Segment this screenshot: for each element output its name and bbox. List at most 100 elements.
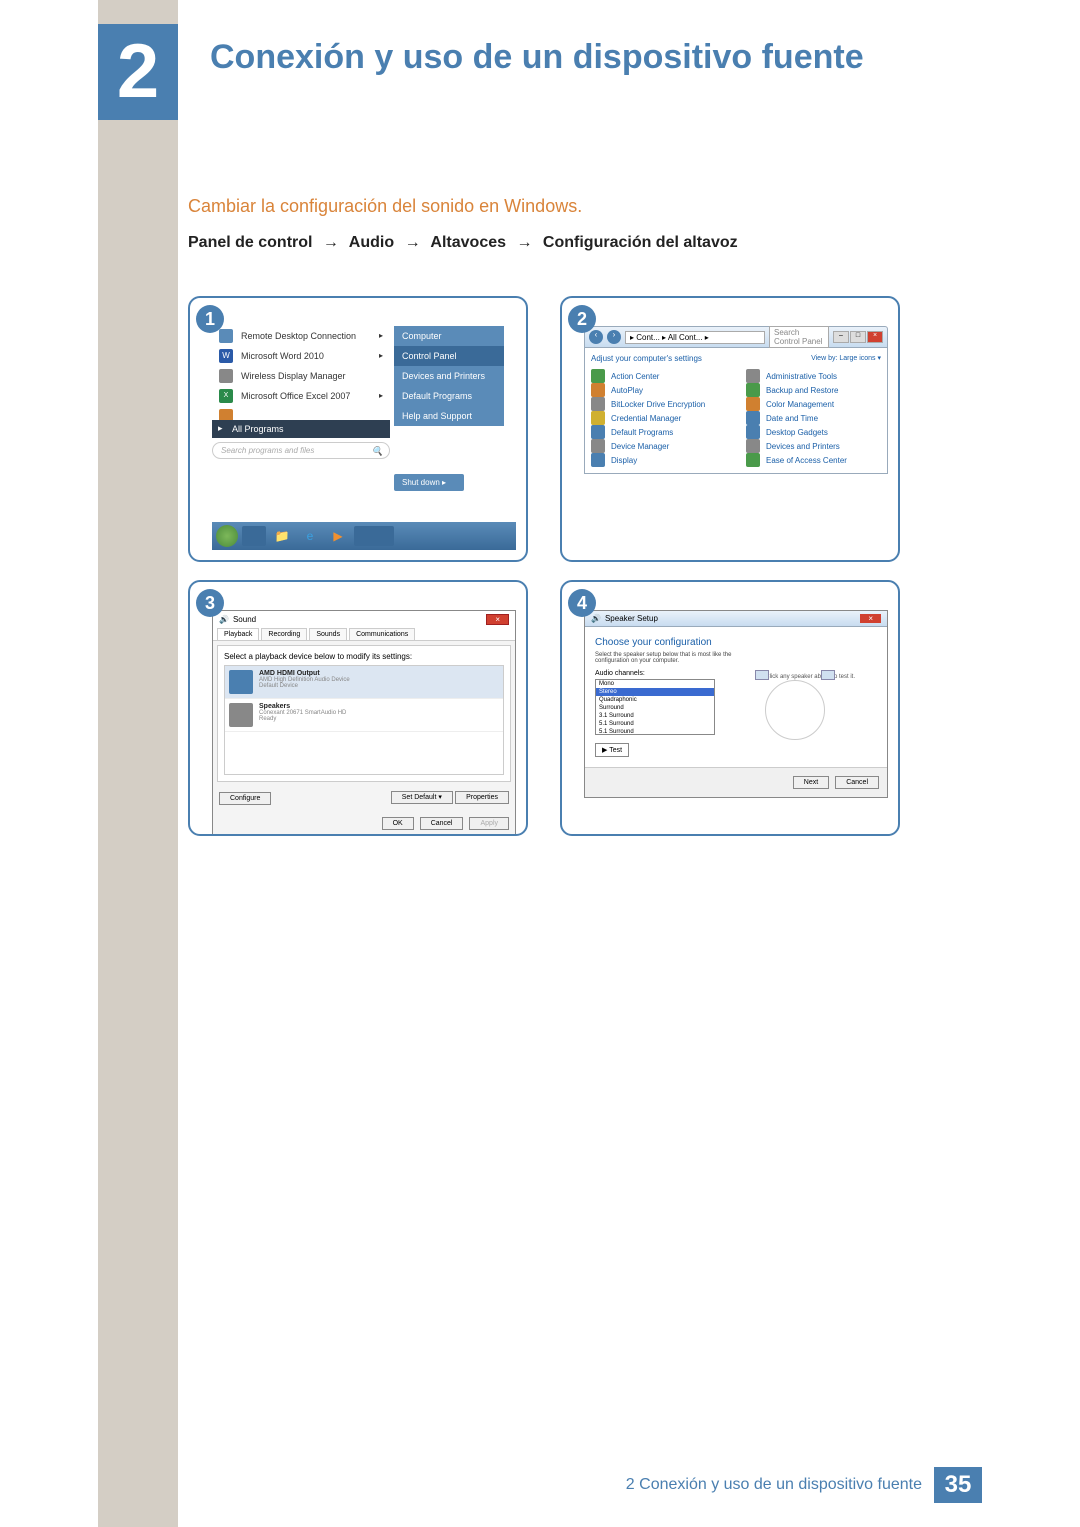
device-item[interactable]: Speakers Conexant 20671 SmartAudio HD Re… bbox=[225, 699, 503, 732]
speaker-icon bbox=[229, 703, 253, 727]
close-button[interactable]: × bbox=[860, 614, 881, 623]
bitlocker-icon bbox=[591, 397, 605, 411]
right-menu-item[interactable]: Computer bbox=[394, 326, 504, 346]
menu-item[interactable] bbox=[212, 406, 390, 416]
device-status: Default Device bbox=[259, 683, 350, 689]
channel-option[interactable]: 3.1 Surround bbox=[596, 712, 714, 720]
folder-icon[interactable]: 📁 bbox=[270, 526, 294, 546]
next-button[interactable]: Next bbox=[793, 776, 829, 789]
test-button[interactable]: ▶ Test bbox=[595, 743, 629, 757]
wireless-icon bbox=[219, 369, 233, 383]
properties-button[interactable]: Properties bbox=[455, 791, 509, 804]
navigation-path: Panel de control → Audio → Altavoces → C… bbox=[188, 234, 738, 252]
instructions: Select a playback device below to modify… bbox=[224, 652, 504, 661]
section-title: Cambiar la configuración del sonido en W… bbox=[188, 196, 582, 217]
nav-back-icon[interactable]: ‹ bbox=[589, 330, 603, 344]
hdmi-output-icon bbox=[229, 670, 253, 694]
cp-item[interactable]: Credential Manager bbox=[591, 411, 726, 425]
all-programs[interactable]: All Programs bbox=[212, 420, 390, 438]
channel-option[interactable]: Mono bbox=[596, 680, 714, 688]
channel-option[interactable]: 5.1 Surround bbox=[596, 728, 714, 735]
channel-option[interactable]: Quadraphonic bbox=[596, 696, 714, 704]
autoplay-icon bbox=[591, 383, 605, 397]
close-button[interactable]: × bbox=[486, 614, 509, 625]
cp-item[interactable]: Administrative Tools bbox=[746, 369, 881, 383]
cp-item[interactable]: AutoPlay bbox=[591, 383, 726, 397]
flag-icon bbox=[591, 369, 605, 383]
ie-icon[interactable]: e bbox=[298, 526, 322, 546]
search-input[interactable]: Search programs and files🔍 bbox=[212, 442, 390, 459]
path-step-2: Audio bbox=[349, 234, 394, 251]
window-titlebar: 🔊 Sound × bbox=[213, 611, 515, 628]
channel-option[interactable]: 5.1 Surround bbox=[596, 720, 714, 728]
right-menu-item[interactable]: Default Programs bbox=[394, 386, 504, 406]
apply-button[interactable]: Apply bbox=[469, 817, 509, 830]
set-default-button[interactable]: Set Default ▾ bbox=[391, 791, 453, 804]
view-by[interactable]: View by: Large icons ▾ bbox=[811, 354, 881, 363]
path-step-3: Altavoces bbox=[430, 234, 506, 251]
color-icon bbox=[746, 397, 760, 411]
start-menu-right: Computer Control Panel Devices and Print… bbox=[394, 326, 504, 491]
menu-item[interactable]: WMicrosoft Word 2010▸ bbox=[212, 346, 390, 366]
cp-item[interactable]: Color Management bbox=[746, 397, 881, 411]
step-badge-3: 3 bbox=[196, 589, 224, 617]
start-button-icon[interactable] bbox=[216, 525, 238, 547]
minimize-button[interactable]: – bbox=[833, 331, 849, 343]
speaker-left-icon[interactable] bbox=[755, 670, 769, 680]
right-menu-item[interactable]: Devices and Printers bbox=[394, 366, 504, 386]
search-input[interactable]: Search Control Panel bbox=[769, 326, 829, 348]
arrow-icon: → bbox=[399, 234, 427, 251]
menu-item[interactable]: Remote Desktop Connection▸ bbox=[212, 326, 390, 346]
shutdown-button[interactable]: Shut down ▸ bbox=[394, 474, 464, 491]
figure-2-control-panel: ‹ › ▸ Cont... ▸ All Cont... ▸ Search Con… bbox=[560, 296, 900, 562]
excel-icon: X bbox=[219, 389, 233, 403]
cancel-button[interactable]: Cancel bbox=[835, 776, 879, 789]
window-titlebar: 🔊 Speaker Setup × bbox=[585, 611, 887, 627]
cp-item[interactable]: Display bbox=[591, 453, 726, 467]
cp-item[interactable]: Action Center bbox=[591, 369, 726, 383]
page-number: 35 bbox=[934, 1467, 982, 1503]
cp-item[interactable]: Ease of Access Center bbox=[746, 453, 881, 467]
channel-option-selected[interactable]: Stereo bbox=[596, 688, 714, 696]
sound-icon: 🔊 bbox=[219, 615, 229, 624]
chapter-title: Conexión y uso de un dispositivo fuente bbox=[210, 38, 864, 77]
cp-item[interactable]: Date and Time bbox=[746, 411, 881, 425]
cp-item[interactable]: Desktop Gadgets bbox=[746, 425, 881, 439]
right-menu-item-selected[interactable]: Control Panel bbox=[394, 346, 504, 366]
cp-item[interactable]: Default Programs bbox=[591, 425, 726, 439]
step-badge-4: 4 bbox=[568, 589, 596, 617]
breadcrumb[interactable]: ▸ Cont... ▸ All Cont... ▸ bbox=[625, 331, 765, 344]
device-item-selected[interactable]: AMD HDMI Output AMD High Definition Audi… bbox=[225, 666, 503, 699]
cp-item[interactable]: Device Manager bbox=[591, 439, 726, 453]
ok-button[interactable]: OK bbox=[382, 817, 414, 830]
cp-item[interactable]: Backup and Restore bbox=[746, 383, 881, 397]
channels-listbox[interactable]: Mono Stereo Quadraphonic Surround 3.1 Su… bbox=[595, 679, 715, 735]
window-title: Sound bbox=[233, 615, 256, 624]
cp-item[interactable]: Devices and Printers bbox=[746, 439, 881, 453]
word-icon: W bbox=[219, 349, 233, 363]
chevron-right-icon: ▸ bbox=[379, 331, 383, 340]
cp-item[interactable]: BitLocker Drive Encryption bbox=[591, 397, 726, 411]
taskbar-app[interactable] bbox=[242, 526, 266, 546]
channel-option[interactable]: Surround bbox=[596, 704, 714, 712]
speaker-right-icon[interactable] bbox=[821, 670, 835, 680]
tab-recording[interactable]: Recording bbox=[261, 628, 307, 640]
menu-item[interactable]: Wireless Display Manager bbox=[212, 366, 390, 386]
cp-heading: Adjust your computer's settings bbox=[591, 354, 702, 363]
right-menu-item[interactable]: Help and Support bbox=[394, 406, 504, 426]
sound-window: 🔊 Sound × Playback Recording Sounds Comm… bbox=[212, 610, 516, 836]
path-step-4: Configuración del altavoz bbox=[543, 234, 738, 251]
menu-item[interactable]: XMicrosoft Office Excel 2007▸ bbox=[212, 386, 390, 406]
chevron-right-icon: ▸ bbox=[379, 391, 383, 400]
arrow-icon: → bbox=[510, 234, 538, 251]
tab-playback[interactable]: Playback bbox=[217, 628, 259, 640]
media-icon[interactable]: ▶ bbox=[326, 526, 350, 546]
maximize-button[interactable]: □ bbox=[850, 331, 866, 343]
taskbar-app[interactable] bbox=[354, 526, 394, 546]
close-button[interactable]: × bbox=[867, 331, 883, 343]
configure-button[interactable]: Configure bbox=[219, 792, 271, 805]
tab-sounds[interactable]: Sounds bbox=[309, 628, 347, 640]
cancel-button[interactable]: Cancel bbox=[420, 817, 464, 830]
tab-communications[interactable]: Communications bbox=[349, 628, 415, 640]
nav-fwd-icon[interactable]: › bbox=[607, 330, 621, 344]
